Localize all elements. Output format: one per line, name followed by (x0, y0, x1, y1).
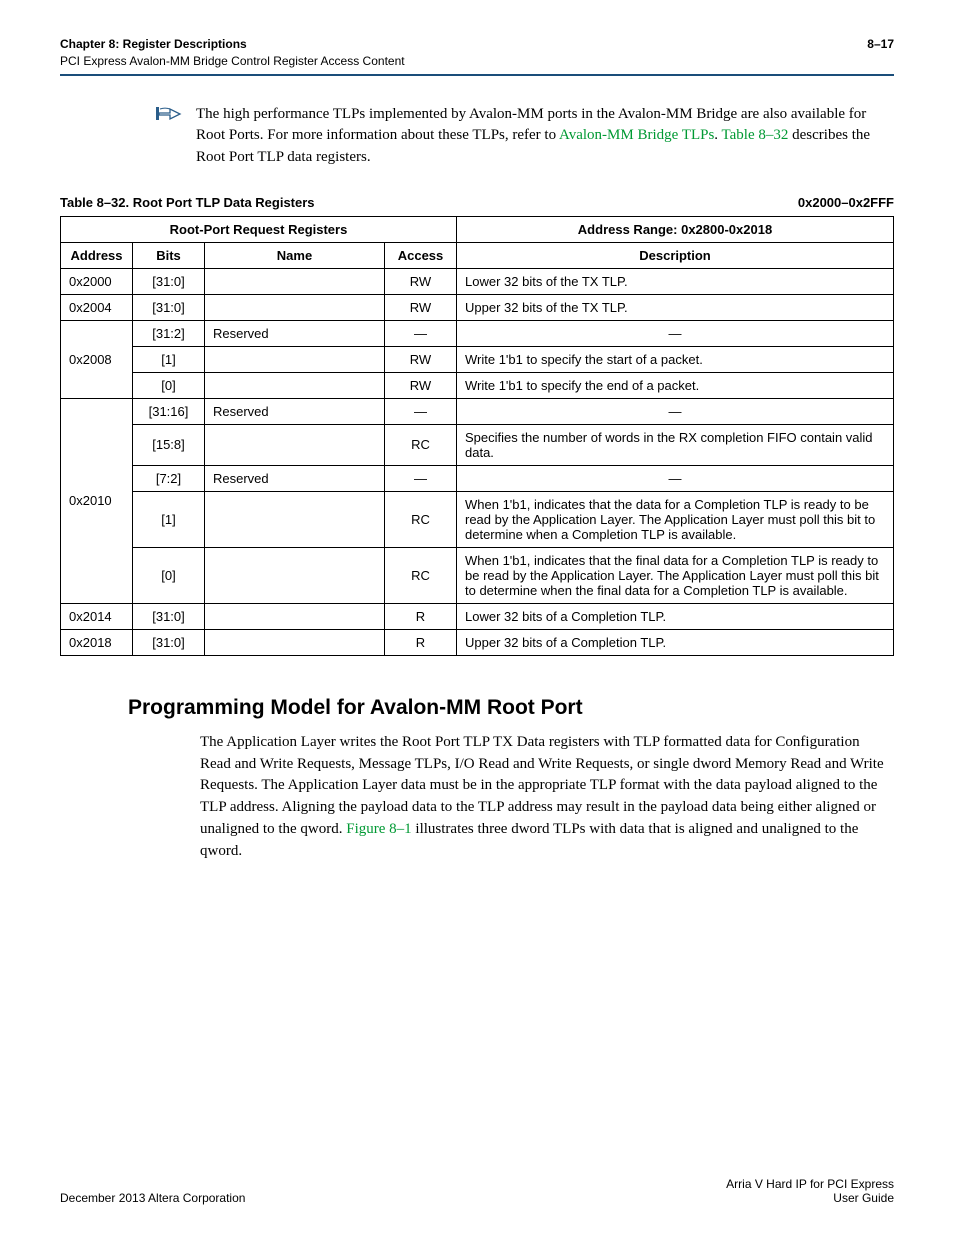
table-row: 0x2014 [31:0] R Lower 32 bits of a Compl… (61, 603, 894, 629)
cell-description: Specifies the number of words in the RX … (457, 424, 894, 465)
table-row: [0] RC When 1'b1, indicates that the fin… (61, 547, 894, 603)
table-row: 0x2008 [31:2] Reserved — — (61, 320, 894, 346)
cell-name: Reserved (205, 320, 385, 346)
section-heading: Programming Model for Avalon-MM Root Por… (128, 696, 894, 720)
cell-bits: [1] (133, 346, 205, 372)
cell-bits: [31:0] (133, 629, 205, 655)
page-header: Chapter 8: Register Descriptions PCI Exp… (60, 36, 894, 70)
cell-access: RW (385, 268, 457, 294)
footer-right: Arria V Hard IP for PCI Express User Gui… (726, 1177, 894, 1205)
cell-description: — (457, 320, 894, 346)
table-caption-row: Table 8–32. Root Port TLP Data Registers… (60, 195, 894, 210)
table-header-group-right: Address Range: 0x2800-0x2018 (457, 216, 894, 242)
cell-bits: [31:0] (133, 603, 205, 629)
cell-description: Upper 32 bits of the TX TLP. (457, 294, 894, 320)
cell-bits: [31:16] (133, 398, 205, 424)
cell-access: RC (385, 547, 457, 603)
cell-access: — (385, 398, 457, 424)
chapter-title: Chapter 8: Register Descriptions (60, 36, 405, 53)
cell-access: RC (385, 424, 457, 465)
table-row: [0] RW Write 1'b1 to specify the end of … (61, 372, 894, 398)
cell-address: 0x2000 (61, 268, 133, 294)
cell-bits: [0] (133, 547, 205, 603)
footer-doc-subtitle: User Guide (726, 1191, 894, 1205)
cell-description: Write 1'b1 to specify the end of a packe… (457, 372, 894, 398)
cell-description: When 1'b1, indicates that the final data… (457, 547, 894, 603)
cell-description: — (457, 398, 894, 424)
register-table: Root-Port Request Registers Address Rang… (60, 216, 894, 656)
table-header-group-left: Root-Port Request Registers (61, 216, 457, 242)
table-row: [15:8] RC Specifies the number of words … (61, 424, 894, 465)
cell-access: — (385, 465, 457, 491)
cell-name (205, 268, 385, 294)
cell-name (205, 424, 385, 465)
header-rule (60, 74, 894, 76)
cell-access: RW (385, 294, 457, 320)
table-row: [1] RW Write 1'b1 to specify the start o… (61, 346, 894, 372)
cell-address: 0x2010 (61, 398, 133, 603)
hand-pointer-icon (156, 104, 196, 169)
table-row: 0x2018 [31:0] R Upper 32 bits of a Compl… (61, 629, 894, 655)
cell-description: Lower 32 bits of the TX TLP. (457, 268, 894, 294)
col-header-description: Description (457, 242, 894, 268)
cell-description: Write 1'b1 to specify the start of a pac… (457, 346, 894, 372)
cell-name (205, 294, 385, 320)
cell-description: Upper 32 bits of a Completion TLP. (457, 629, 894, 655)
cell-access: RC (385, 491, 457, 547)
body-paragraph: The Application Layer writes the Root Po… (200, 732, 894, 863)
footer-doc-title: Arria V Hard IP for PCI Express (726, 1177, 894, 1191)
table-row: 0x2010 [31:16] Reserved — — (61, 398, 894, 424)
cell-name (205, 372, 385, 398)
cell-bits: [7:2] (133, 465, 205, 491)
cell-bits: [31:0] (133, 268, 205, 294)
table-caption-right: 0x2000–0x2FFF (798, 195, 894, 210)
cell-bits: [31:0] (133, 294, 205, 320)
header-left: Chapter 8: Register Descriptions PCI Exp… (60, 36, 405, 70)
page-footer: December 2013 Altera Corporation Arria V… (60, 1177, 894, 1205)
cell-name (205, 491, 385, 547)
col-header-access: Access (385, 242, 457, 268)
col-header-name: Name (205, 242, 385, 268)
footer-left: December 2013 Altera Corporation (60, 1191, 245, 1205)
link-table-8-32[interactable]: Table 8–32 (722, 127, 789, 143)
cell-name: Reserved (205, 465, 385, 491)
table-row: 0x2000 [31:0] RW Lower 32 bits of the TX… (61, 268, 894, 294)
table-row: 0x2004 [31:0] RW Upper 32 bits of the TX… (61, 294, 894, 320)
cell-access: RW (385, 372, 457, 398)
cell-bits: [1] (133, 491, 205, 547)
cell-name: Reserved (205, 398, 385, 424)
table-row: [1] RC When 1'b1, indicates that the dat… (61, 491, 894, 547)
cell-name (205, 629, 385, 655)
table-row: [7:2] Reserved — — (61, 465, 894, 491)
cell-address: 0x2014 (61, 603, 133, 629)
cell-description: Lower 32 bits of a Completion TLP. (457, 603, 894, 629)
cell-address: 0x2008 (61, 320, 133, 398)
col-header-bits: Bits (133, 242, 205, 268)
cell-description: When 1'b1, indicates that the data for a… (457, 491, 894, 547)
note-text-mid: . (714, 127, 721, 143)
cell-access: R (385, 629, 457, 655)
link-avalon-mm-bridge-tlps[interactable]: Avalon-MM Bridge TLPs (559, 127, 714, 143)
cell-address: 0x2018 (61, 629, 133, 655)
cell-name (205, 603, 385, 629)
cell-description: — (457, 465, 894, 491)
cell-bits: [31:2] (133, 320, 205, 346)
note-text: The high performance TLPs implemented by… (196, 104, 894, 169)
cell-name (205, 547, 385, 603)
cell-bits: [15:8] (133, 424, 205, 465)
note-block: The high performance TLPs implemented by… (156, 104, 894, 169)
cell-access: — (385, 320, 457, 346)
link-figure-8-1[interactable]: Figure 8–1 (346, 821, 411, 837)
chapter-subtitle: PCI Express Avalon-MM Bridge Control Reg… (60, 53, 405, 70)
page-number: 8–17 (867, 36, 894, 70)
cell-address: 0x2004 (61, 294, 133, 320)
col-header-address: Address (61, 242, 133, 268)
cell-bits: [0] (133, 372, 205, 398)
table-caption: Table 8–32. Root Port TLP Data Registers (60, 195, 315, 210)
table-row: Address Bits Name Access Description (61, 242, 894, 268)
table-row: Root-Port Request Registers Address Rang… (61, 216, 894, 242)
cell-name (205, 346, 385, 372)
cell-access: RW (385, 346, 457, 372)
cell-access: R (385, 603, 457, 629)
